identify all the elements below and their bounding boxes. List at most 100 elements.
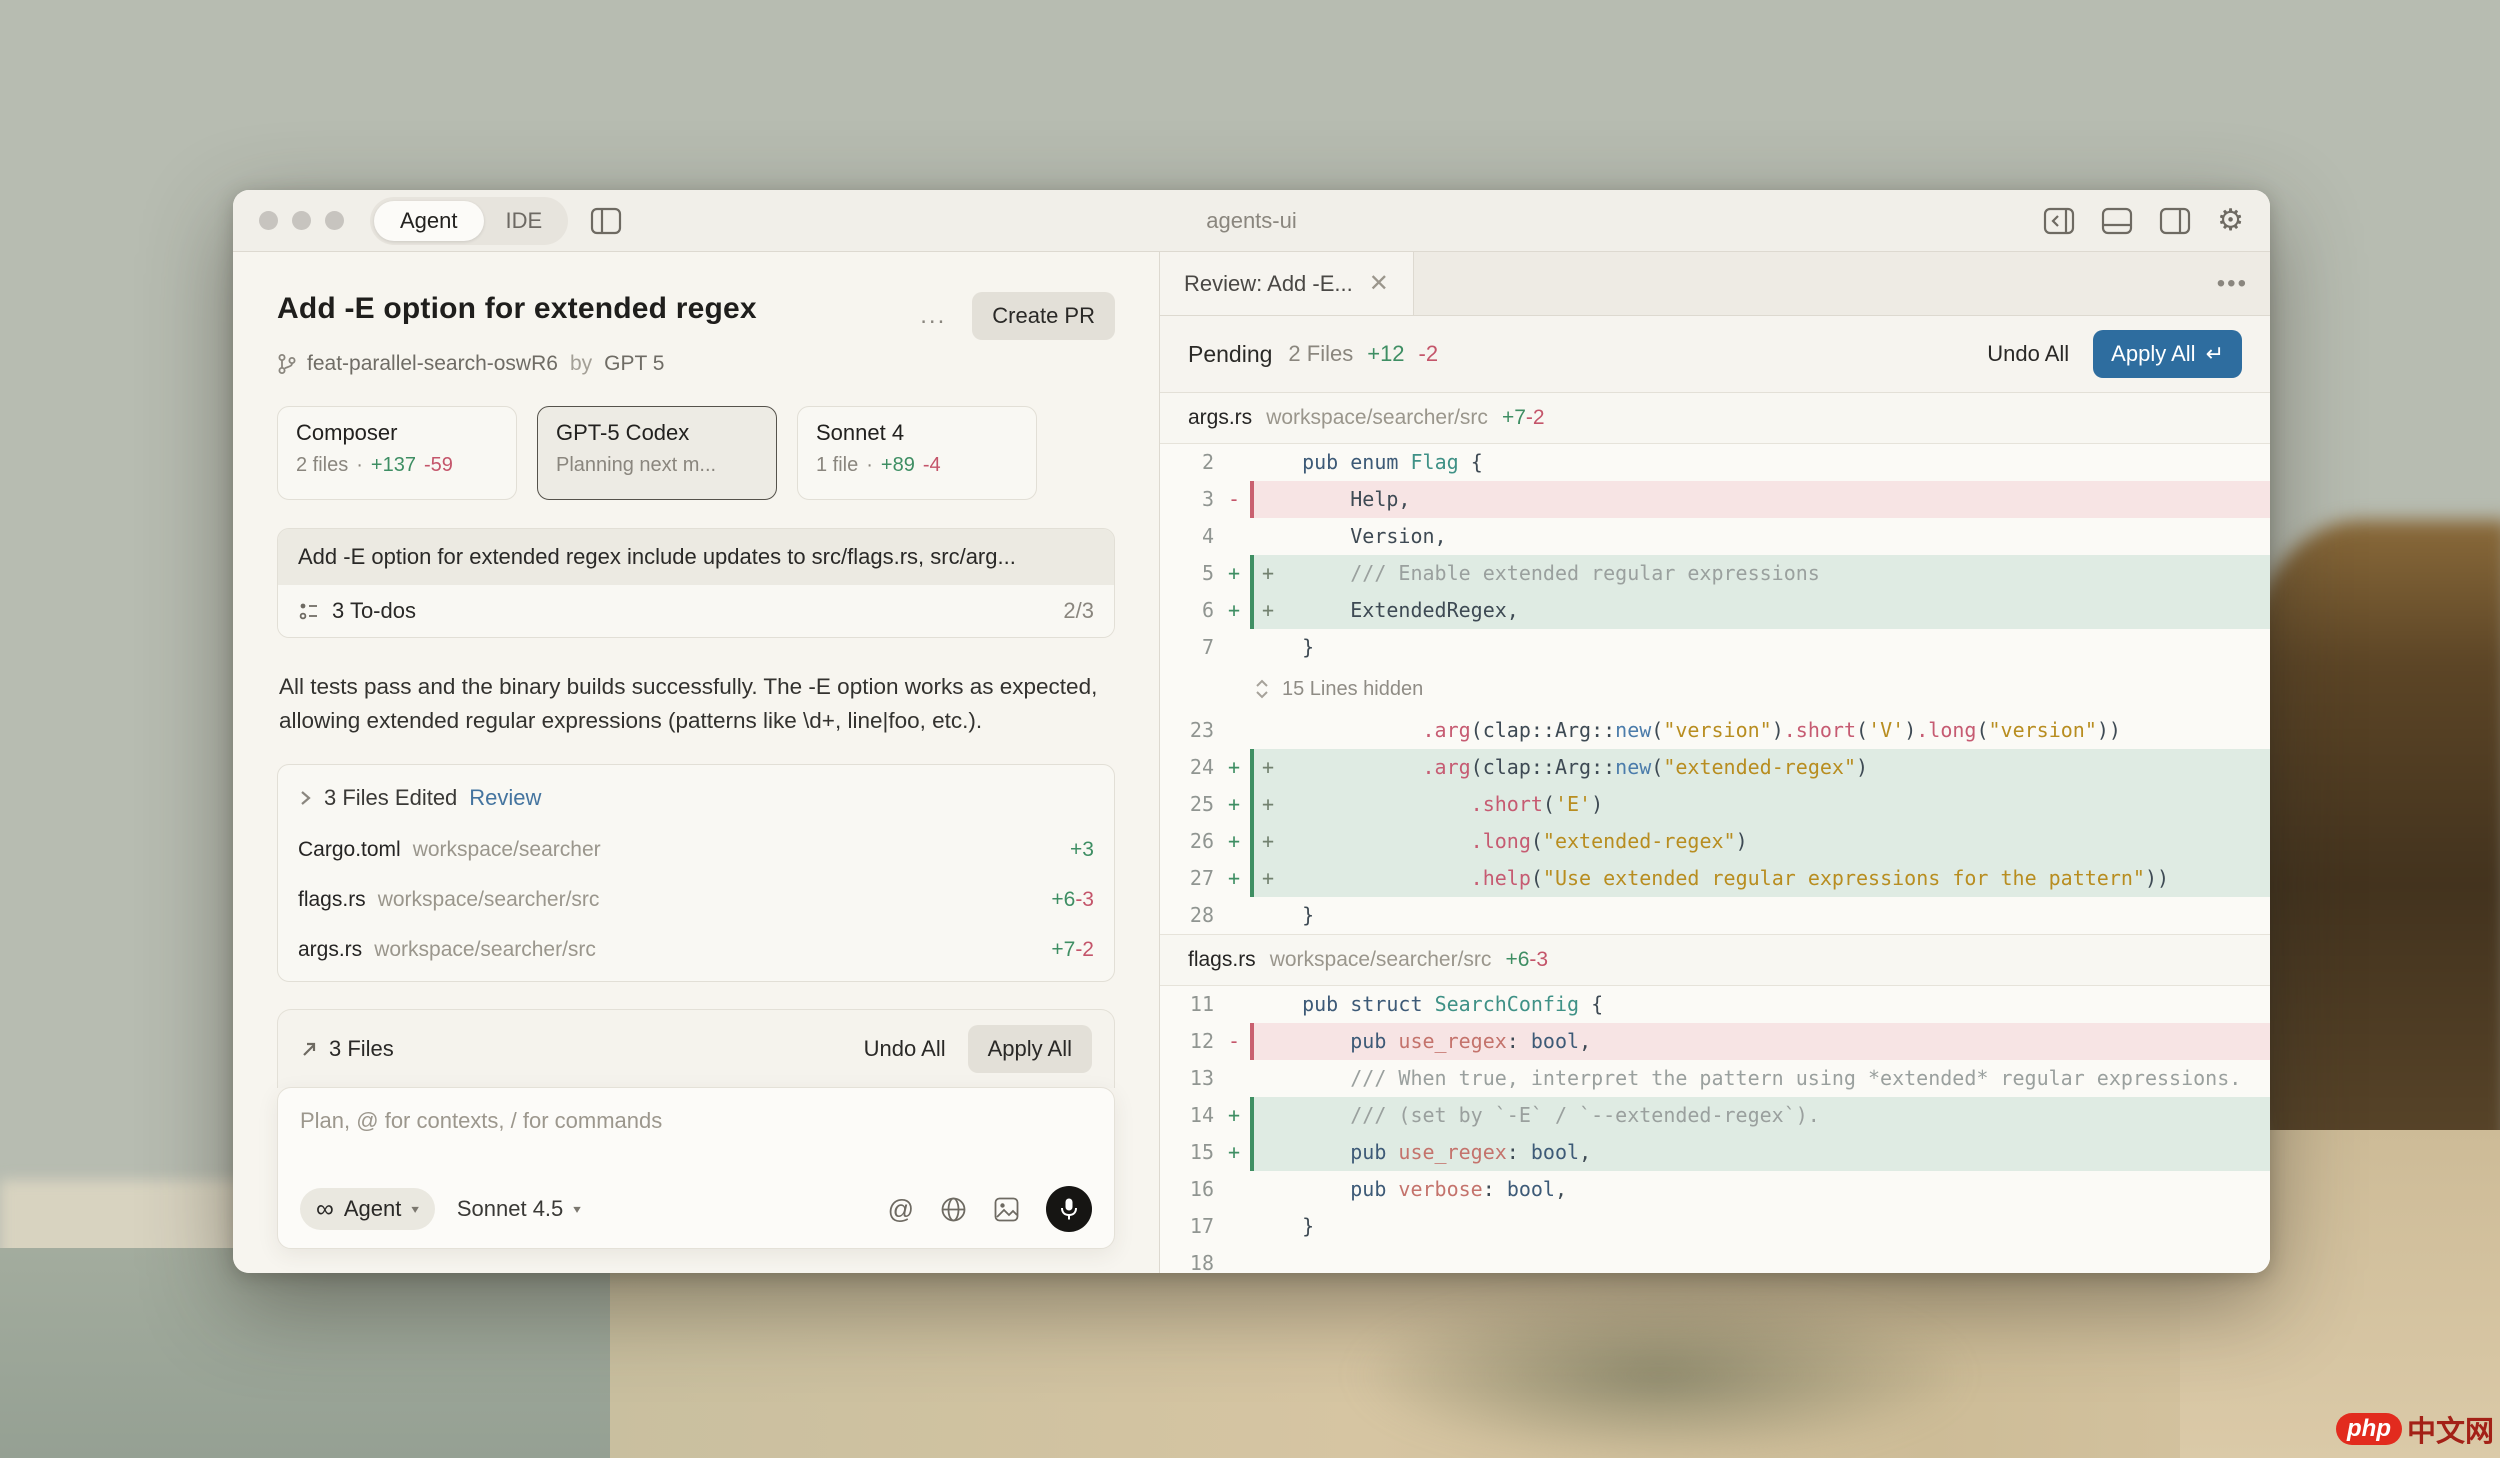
token (1278, 1140, 1350, 1164)
review-link[interactable]: Review (469, 785, 541, 811)
model-card[interactable]: GPT-5 Codex Planning next m... (537, 406, 777, 500)
php-badge: php (2336, 1413, 2402, 1445)
token: pub (1302, 992, 1338, 1016)
diff-row: 16 pub verbose: bool, (1160, 1171, 2270, 1208)
task-summary[interactable]: Add -E option for extended regex include… (278, 529, 1114, 585)
edited-file-row[interactable]: flags.rsworkspace/searcher/src+6-3 (278, 875, 1114, 925)
dels: -3 (1529, 948, 1548, 971)
model-card-files: 2 files (296, 454, 348, 477)
token: bool (1507, 1177, 1555, 1201)
review-tab-title: Review: Add -E... (1184, 271, 1353, 297)
code-line: .arg(clap::Arg::new("version").short('V'… (1250, 712, 2270, 749)
token: pub (1350, 1029, 1386, 1053)
prompt-input[interactable] (300, 1108, 1092, 1134)
model-selector[interactable]: Sonnet 4.5 ▾ (457, 1196, 581, 1222)
undo-all-button[interactable]: Undo All (1987, 341, 2069, 367)
token: : (1507, 1140, 1531, 1164)
model-card-status: Planning next m... (556, 454, 716, 477)
apply-all-button-left[interactable]: Apply All (968, 1025, 1092, 1073)
token: .help (1471, 866, 1531, 890)
line-number: 28 (1160, 897, 1218, 934)
code-line: /// (set by `-E` / `--extended-regex`). (1250, 1097, 2270, 1134)
diff-row: 6++ ExtendedRegex, (1160, 592, 2270, 629)
gutter-sign (1218, 897, 1250, 934)
globe-icon[interactable] (940, 1196, 967, 1223)
more-options-button[interactable]: ... (912, 298, 954, 334)
model-card-sub: Planning next m... (556, 454, 758, 477)
mention-icon[interactable]: @ (888, 1194, 914, 1225)
token: , (1555, 1177, 1567, 1201)
tab-ide[interactable]: IDE (484, 201, 565, 241)
token (1338, 450, 1350, 474)
zoom-button[interactable] (325, 211, 344, 230)
pending-files-bar: 3 Files Undo All Apply All (277, 1009, 1115, 1088)
todos-row[interactable]: 3 To-dos 2/3 (278, 585, 1114, 637)
sidebar-toggle-icon[interactable] (590, 207, 622, 235)
files-edited-header[interactable]: 3 Files Edited Review (278, 771, 1114, 825)
token: pub (1302, 450, 1338, 474)
token: ( (1531, 866, 1543, 890)
token: use_regex (1398, 1140, 1506, 1164)
line-number: 16 (1160, 1171, 1218, 1208)
microphone-button[interactable] (1046, 1186, 1092, 1232)
line-number: 3 (1160, 481, 1218, 518)
right-panel-icon[interactable] (2159, 207, 2191, 235)
line-number: 15 (1160, 1134, 1218, 1171)
model-cards: Composer2 files·+137-59GPT-5 CodexPlanni… (277, 406, 1115, 500)
edited-file-row[interactable]: args.rsworkspace/searcher/src+7-2 (278, 925, 1114, 975)
hidden-lines-row[interactable]: 15 Lines hidden (1160, 666, 2270, 712)
model-card[interactable]: Composer2 files·+137-59 (277, 406, 517, 500)
line-number: 18 (1160, 1245, 1218, 1273)
collapse-panel-icon[interactable] (2043, 207, 2075, 235)
token: enum (1350, 450, 1398, 474)
code-line: + ExtendedRegex, (1250, 592, 2270, 629)
mode-switcher: Agent IDE (370, 197, 568, 245)
review-action-row: Pending 2 Files +12 -2 Undo All Apply Al… (1160, 316, 2270, 393)
token: pub (1350, 1177, 1386, 1201)
token: new (1615, 755, 1651, 779)
token: new (1615, 718, 1651, 742)
model-card[interactable]: Sonnet 41 file·+89-4 (797, 406, 1037, 500)
titlebar-actions: ⚙ (2043, 206, 2244, 236)
token: ( (1651, 718, 1663, 742)
agent-panel: Add -E option for extended regex ... Cre… (233, 252, 1160, 1273)
minimize-button[interactable] (292, 211, 311, 230)
image-icon[interactable] (993, 1196, 1020, 1223)
mode-selector[interactable]: ∞ Agent ▾ (300, 1188, 435, 1230)
model-card-name: GPT-5 Codex (556, 420, 758, 446)
token: ( (1651, 755, 1663, 779)
token: /// (set by `-E` / `--extended-regex`). (1278, 1103, 1820, 1127)
diff-file-header[interactable]: args.rsworkspace/searcher/src+7-2 (1160, 393, 2270, 444)
undo-all-button-left[interactable]: Undo All (864, 1036, 946, 1062)
token: } (1278, 1214, 1314, 1238)
code-line: pub struct SearchConfig { (1250, 986, 2270, 1023)
files-edited-card: 3 Files Edited Review Cargo.tomlworkspac… (277, 764, 1115, 982)
code-line: pub use_regex: bool, (1250, 1023, 2270, 1060)
gutter-sign: - (1218, 481, 1250, 518)
model-card-adds: +89 (881, 454, 915, 477)
edited-file-row[interactable]: Cargo.tomlworkspace/searcher+3 (278, 825, 1114, 875)
bottom-panel-icon[interactable] (2101, 207, 2133, 235)
token: (clap::Arg:: (1471, 718, 1616, 742)
files-bar-label[interactable]: 3 Files (329, 1036, 394, 1062)
token: 'E' (1555, 792, 1591, 816)
diff-file-header[interactable]: flags.rsworkspace/searcher/src+6-3 (1160, 935, 2270, 986)
diff-scroll-area[interactable]: args.rsworkspace/searcher/src+7-22 pub e… (1160, 393, 2270, 1273)
gutter-sign: + (1218, 749, 1250, 786)
token: .long (1916, 718, 1976, 742)
inline-sign: + (1262, 749, 1274, 786)
close-button[interactable] (259, 211, 278, 230)
branch-name[interactable]: feat-parallel-search-oswR6 (307, 352, 558, 376)
review-tab[interactable]: Review: Add -E... ✕ (1160, 252, 1414, 315)
token: bool (1531, 1140, 1579, 1164)
apply-all-button[interactable]: Apply All↵ (2093, 330, 2242, 378)
create-pr-button[interactable]: Create PR (972, 292, 1115, 340)
close-tab-icon[interactable]: ✕ (1369, 269, 1389, 298)
dot-separator: · (356, 454, 363, 477)
gutter-sign: + (1218, 823, 1250, 860)
code-line: pub verbose: bool, (1250, 1171, 2270, 1208)
tabbar-more-button[interactable]: ••• (2209, 266, 2256, 302)
result-text: All tests pass and the binary builds suc… (277, 670, 1115, 738)
tab-agent[interactable]: Agent (374, 201, 484, 241)
settings-gear-icon[interactable]: ⚙ (2217, 206, 2244, 236)
